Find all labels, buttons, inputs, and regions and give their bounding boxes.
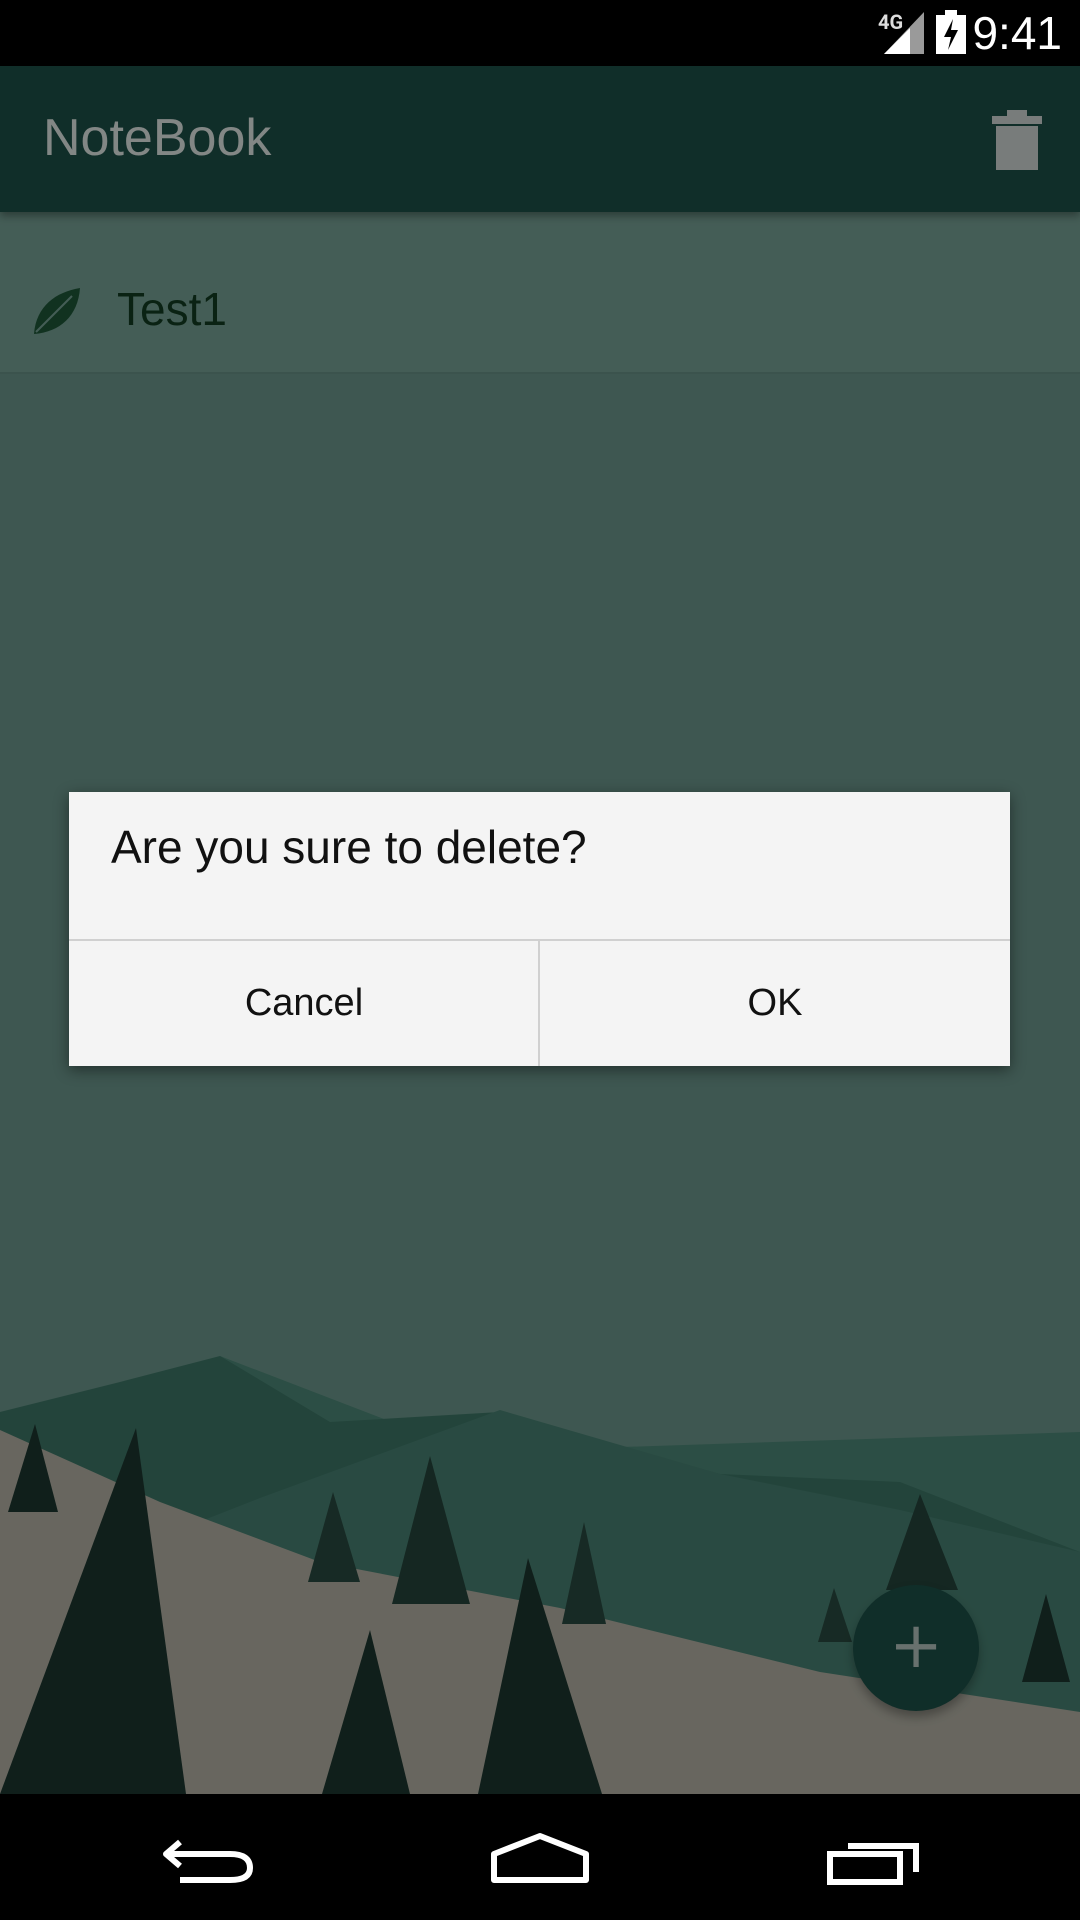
recent-apps-button[interactable] [812, 1824, 932, 1894]
delete-confirm-dialog: Are you sure to delete? Cancel OK [69, 792, 1010, 1066]
status-bar: 4G 9:41 [0, 0, 1080, 66]
ok-button[interactable]: OK [540, 941, 1010, 1066]
back-icon [163, 1839, 254, 1883]
back-button[interactable] [150, 1824, 270, 1894]
recent-apps-icon [827, 1843, 919, 1885]
cancel-button[interactable]: Cancel [69, 941, 539, 1066]
dialog-message: Are you sure to delete? [111, 821, 587, 873]
status-time: 9:41 [972, 7, 1062, 59]
signal-icon [884, 12, 924, 54]
home-icon [491, 1833, 589, 1883]
battery-charging-icon [936, 10, 966, 54]
navigation-bar [0, 1794, 1080, 1920]
home-button[interactable] [480, 1824, 600, 1894]
